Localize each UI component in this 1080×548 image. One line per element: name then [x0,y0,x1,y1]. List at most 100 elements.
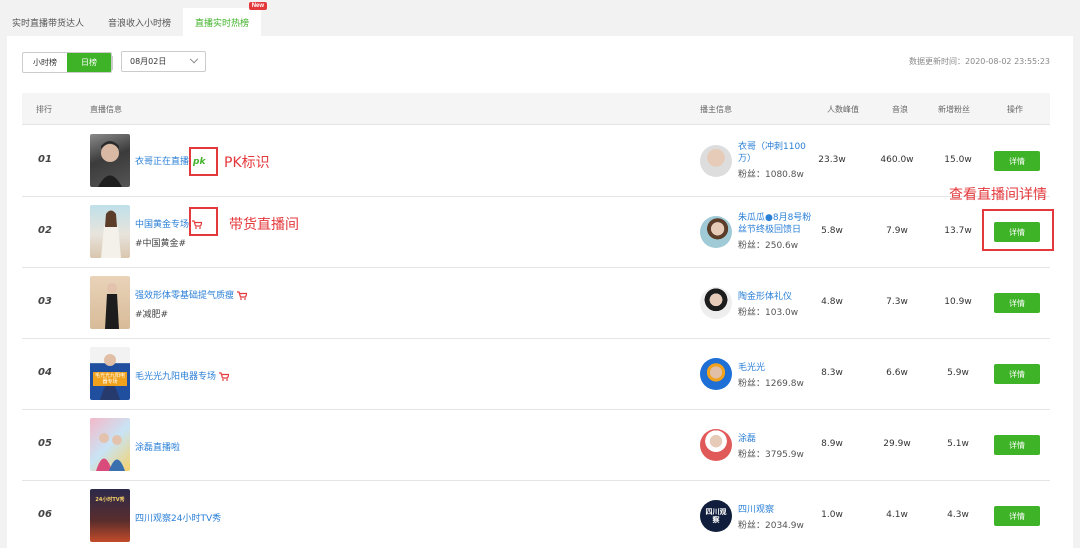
anchor-fans: 粉丝：1080.8w [738,170,804,180]
anchor-name-link[interactable]: 衣哥（冲刺1100万） [738,141,814,165]
header-wave: 音浪 [892,105,908,114]
anchor-fans: 粉丝：1269.8w [738,379,804,389]
anchor-name-link[interactable]: 毛光光 [738,362,814,374]
detail-button[interactable]: 详情 [994,151,1040,171]
avatar[interactable] [700,216,732,248]
table-row: 06 24小时TV秀 四川观察24小时TV秀 四川观察 四川观察 粉丝：2034… [22,481,1050,548]
new-fans: 13.7w [944,226,972,236]
date-value: 08月02日 [130,57,167,66]
cart-icon [219,372,230,381]
peak-viewers: 8.9w [821,439,843,449]
sound-wave: 460.0w [880,155,914,165]
detail-button[interactable]: 详情 [994,435,1040,455]
avatar[interactable] [700,287,732,319]
tab-label: 音浪收入小时榜 [108,18,172,29]
anchor-name-link[interactable]: 四川观察 [738,504,814,516]
live-tag: #减肥# [135,310,169,320]
period-toggle: 小时榜 日榜 [22,52,112,73]
rank: 04 [38,367,52,378]
anchor-fans: 粉丝：3795.9w [738,450,804,460]
person-image [101,210,121,258]
person-image [96,433,125,471]
chevron-down-icon [189,54,199,63]
cart-icon [237,291,248,300]
rank: 05 [38,438,52,449]
update-time: 数据更新时间：2020-08-02 23:55:23 [909,57,1050,66]
detail-button[interactable]: 详情 [994,506,1040,526]
thumbnail-banner: 24小时TV秀 [95,497,125,503]
header-new-fans: 新增粉丝 [938,105,970,114]
thumbnail-banner: 毛光光九阳电器专场 [93,372,127,386]
tab-bar: 实时直播带货达人 音浪收入小时榜 直播实时热榜 New [0,0,268,36]
tab-live-sellers[interactable]: 实时直播带货达人 [0,8,97,36]
live-title-link[interactable]: 毛光光九阳电器专场 [135,369,230,382]
table-header: 排行 直播信息 播主信息 人数峰值 音浪 新增粉丝 操作 [22,93,1050,125]
live-tag: #中国黄金# [135,239,187,249]
tab-wave-income-hourly[interactable]: 音浪收入小时榜 [96,8,184,36]
header-rank: 排行 [36,105,52,114]
new-badge: New [248,2,268,10]
person-image [105,283,119,329]
anchor-name-link[interactable]: 涂磊 [738,433,814,445]
avatar[interactable] [700,429,732,461]
rank: 02 [38,225,52,236]
person-image [98,141,122,187]
live-thumbnail[interactable] [90,205,130,258]
daily-rank-button[interactable]: 日榜 [67,53,111,72]
anchor-fans: 粉丝：103.0w [738,308,799,318]
pk-annotation-box [189,147,218,176]
tab-live-hot-list[interactable]: 直播实时热榜 New [183,2,268,36]
sound-wave: 7.3w [886,297,908,307]
cart-annotation-label: 带货直播间 [229,217,299,233]
sound-wave: 29.9w [883,439,911,449]
live-thumbnail[interactable]: 24小时TV秀 [90,489,130,542]
live-thumbnail[interactable] [90,134,130,187]
header-live-info: 直播信息 [90,105,122,114]
anchor-fans: 粉丝：2034.9w [738,521,804,531]
avatar[interactable] [700,358,732,390]
new-fans: 15.0w [944,155,972,165]
live-title-link[interactable]: 四川观察24小时TV秀 [135,511,221,524]
pk-annotation-label: PK标识 [224,155,270,171]
live-thumbnail[interactable] [90,276,130,329]
detail-button[interactable]: 详情 [994,293,1040,313]
divider [112,56,113,70]
table-row: 04 毛光光九阳电器专场 毛光光九阳电器专场 毛光光 粉丝：1269.8w 8.… [22,339,1050,410]
sound-wave: 7.9w [886,226,908,236]
anchor-name-link[interactable]: 朱瓜瓜●8月8号粉丝节终极回馈日 [738,212,814,236]
live-title: 毛光光九阳电器专场 [135,372,217,382]
hourly-rank-button[interactable]: 小时榜 [23,53,67,72]
cart-annotation-box [189,207,218,236]
anchor-name-link[interactable]: 陶金形体礼仪 [738,291,814,303]
sound-wave: 6.6w [886,368,908,378]
peak-viewers: 23.3w [818,155,846,165]
live-title-link[interactable]: 涂磊直播啦 [135,440,180,453]
date-select[interactable]: 08月02日 [121,51,206,72]
table-row: 05 涂磊直播啦 涂磊 粉丝：3795.9w 8.9w 29.9w 5.1w 详… [22,410,1050,481]
live-title: 强效形体零基础提气质瘦 [135,291,235,301]
peak-viewers: 8.3w [821,368,843,378]
rank: 01 [38,154,52,165]
live-thumbnail[interactable] [90,418,130,471]
live-title: 衣哥正在直播 [135,157,190,167]
new-fans: 5.9w [947,368,969,378]
detail-annotation-box [982,209,1054,251]
new-fans: 10.9w [944,297,972,307]
peak-viewers: 1.0w [821,510,843,520]
rank: 06 [38,509,52,520]
detail-annotation-label: 查看直播间详情 [949,187,1047,203]
detail-button[interactable]: 详情 [994,364,1040,384]
new-fans: 4.3w [947,510,969,520]
avatar[interactable] [700,145,732,177]
live-title: 涂磊直播啦 [135,443,181,453]
header-anchor-info: 播主信息 [700,105,732,114]
avatar[interactable]: 四川观察 [700,500,732,532]
live-title-link[interactable]: 强效形体零基础提气质瘦 [135,288,248,301]
table-row: 03 强效形体零基础提气质瘦 #减肥# 陶金形体礼仪 粉丝：103.0w 4.8… [22,268,1050,339]
live-title: 中国黄金专场 [135,220,190,230]
tab-label: 直播实时热榜 [195,18,250,29]
live-thumbnail[interactable]: 毛光光九阳电器专场 [90,347,130,400]
peak-viewers: 5.8w [821,226,843,236]
header-action: 操作 [1007,105,1023,114]
header-peak: 人数峰值 [827,105,859,114]
